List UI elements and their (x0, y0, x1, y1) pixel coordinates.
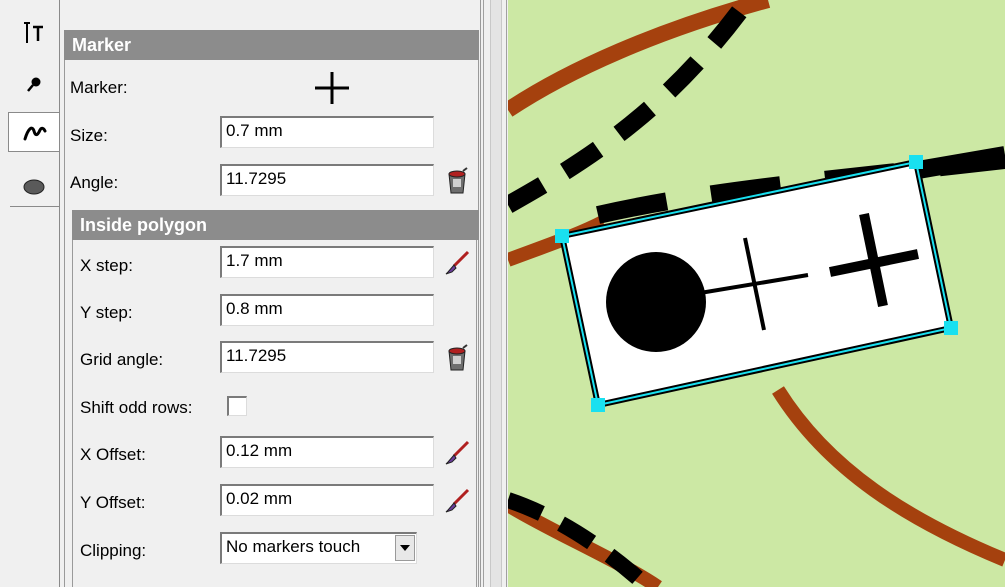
y-offset-pick-button[interactable] (444, 488, 472, 516)
clipping-label: Clipping: (80, 541, 147, 560)
text-tool-icon (24, 22, 43, 43)
x-offset-field[interactable]: 0.12 mm (220, 436, 434, 468)
y-step-label: Y step: (80, 303, 133, 322)
grid-angle-field[interactable]: 11.7295 (220, 341, 434, 373)
clipping-selected-value: No markers touch (226, 537, 361, 556)
tab-text-tool[interactable] (10, 14, 58, 52)
tool-tab-strip (0, 0, 61, 587)
marker-section-title: Marker (72, 34, 132, 55)
paint-bucket-icon (448, 344, 468, 371)
marker-section-header: Marker (64, 30, 479, 60)
grid-angle-label: Grid angle: (80, 350, 164, 369)
x-offset-pick-button[interactable] (444, 440, 472, 468)
shift-odd-rows-checkbox[interactable] (227, 396, 247, 416)
tab-divider (10, 206, 60, 207)
clipping-dropdown-button[interactable] (395, 535, 415, 561)
clipping-select[interactable]: No markers touch (220, 532, 417, 564)
tab-line[interactable] (8, 112, 61, 152)
brush-icon (445, 250, 470, 275)
symbol-properties-panel: Marker Marker: Size: 0.7 mm Angle: 11.72… (60, 0, 481, 587)
shift-odd-rows-label: Shift odd rows: (80, 398, 193, 417)
paint-bucket-icon (448, 167, 468, 194)
panel-splitter[interactable] (483, 0, 507, 587)
angle-field[interactable]: 11.7295 (220, 164, 434, 196)
marker-label: Marker: (70, 78, 128, 97)
brush-icon (445, 440, 470, 465)
angle-label: Angle: (70, 173, 119, 192)
marker-preview[interactable] (312, 70, 352, 106)
pin-icon (27, 77, 41, 92)
map-drawing (508, 0, 1005, 587)
y-offset-label: Y Offset: (80, 493, 146, 512)
tab-point[interactable] (10, 66, 58, 104)
line-squiggle-icon (23, 126, 47, 141)
x-offset-label: X Offset: (80, 445, 146, 464)
x-step-label: X step: (80, 256, 133, 275)
inside-polygon-title: Inside polygon (80, 214, 208, 235)
area-blob-icon (23, 179, 45, 195)
inside-polygon-section-header: Inside polygon (72, 210, 479, 240)
grid-angle-reset-button[interactable] (444, 344, 472, 372)
tab-area[interactable] (10, 168, 58, 206)
x-step-pick-button[interactable] (444, 250, 472, 278)
chevron-down-icon (400, 545, 410, 551)
y-step-field[interactable]: 0.8 mm (220, 294, 434, 326)
cross-marker-icon (315, 72, 349, 104)
size-field[interactable]: 0.7 mm (220, 116, 434, 148)
angle-reset-button[interactable] (444, 167, 472, 195)
map-canvas[interactable] (508, 0, 1005, 587)
scrollbar-track[interactable] (490, 0, 502, 587)
y-offset-field[interactable]: 0.02 mm (220, 484, 434, 516)
size-label: Size: (70, 126, 108, 145)
x-step-field[interactable]: 1.7 mm (220, 246, 434, 278)
brush-icon (445, 488, 470, 513)
